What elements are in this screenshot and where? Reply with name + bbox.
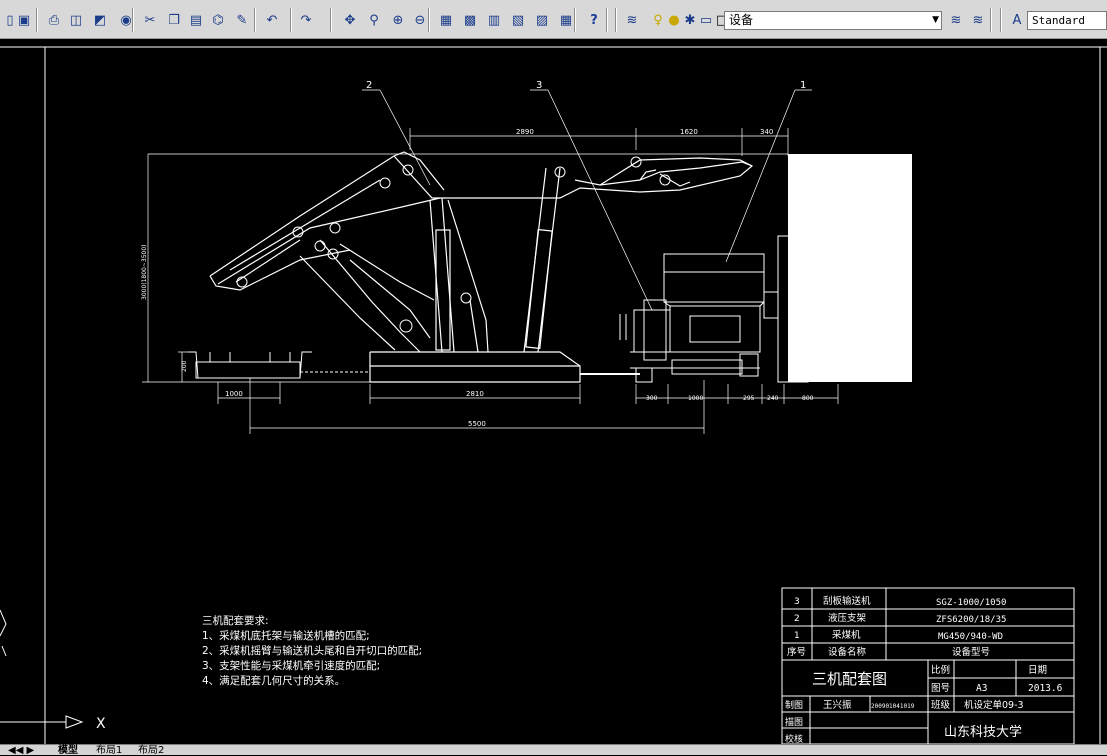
class-value: 机设定单09-3	[964, 699, 1024, 711]
sheet-value: A3	[976, 683, 987, 694]
drawn-by: 王兴振	[823, 699, 852, 711]
row2-name: 液压支架	[828, 612, 867, 624]
ucs-x-label: X	[96, 716, 106, 732]
chevron-down-icon[interactable]: ▼	[932, 12, 939, 29]
class-label: 班级	[931, 699, 951, 711]
dim-340: 340	[760, 128, 773, 136]
layer-name: 设备	[729, 13, 754, 27]
dim-5500: 5500	[468, 420, 486, 428]
properties-icon[interactable]: ▦	[436, 10, 456, 30]
dim-200: 200	[181, 360, 188, 372]
toolbar-separator	[990, 8, 992, 32]
toolbar-separator	[330, 8, 332, 32]
publish-icon[interactable]: ◉	[116, 10, 136, 30]
checked-label: 校核	[785, 733, 803, 744]
toolbar-separator	[36, 8, 38, 32]
dim-height: 3000(1800~3500)	[141, 244, 148, 300]
cut-icon[interactable]: ✂	[140, 10, 160, 30]
plot-icon[interactable]: ◩	[90, 10, 110, 30]
dim-1000b: 1000	[688, 395, 703, 402]
zoom-icon[interactable]: ⚲	[364, 10, 384, 30]
row1-model: MG450/940-WD	[938, 632, 1003, 642]
notes-title: 三机配套要求:	[202, 614, 269, 627]
layout-tabs-bar: ◀◀ ▶ 模型 布局1 布局2	[0, 744, 1107, 756]
paste-icon[interactable]: ▤	[186, 10, 206, 30]
header-model: 设备型号	[952, 646, 990, 658]
drawing-canvas[interactable]: 2890 1620 340 3000(1800~3500) Φ1800 200 …	[0, 39, 1107, 744]
sheet-set-icon[interactable]: ▧	[508, 10, 528, 30]
save-icon[interactable]: ▣	[14, 10, 34, 30]
copy-icon[interactable]: ❐	[164, 10, 184, 30]
leader-label-1: 1	[800, 80, 806, 91]
date-label: 日期	[1028, 665, 1047, 676]
drawn-label: 制图	[785, 699, 803, 711]
dim-1000a: 1000	[225, 390, 243, 398]
header-no: 序号	[787, 646, 806, 658]
sheet-label: 图号	[931, 683, 950, 694]
date-value: 2013.6	[1028, 683, 1063, 694]
row3-model: SGZ-1000/1050	[936, 598, 1006, 608]
row1-no: 1	[794, 631, 800, 641]
toolbar-separator	[606, 8, 608, 32]
zoom-window-icon[interactable]: ⊕	[388, 10, 408, 30]
text-style-icon[interactable]: A	[1007, 10, 1027, 30]
row3-no: 3	[794, 597, 800, 607]
drafted-label: 描图	[785, 716, 803, 728]
layer-manager-icon[interactable]: ≋	[622, 10, 642, 30]
pan-icon[interactable]: ✥	[340, 10, 360, 30]
header-name: 设备名称	[828, 646, 867, 658]
toolbar-separator	[615, 8, 617, 32]
student-id: 200901041019	[871, 703, 915, 710]
note-4: 4、满足配套几何尺寸的关系。	[202, 674, 345, 687]
coal-wall	[788, 154, 912, 382]
row2-model: ZFS6200/18/35	[936, 615, 1006, 625]
toolbar-separator	[290, 8, 292, 32]
layer-previous-icon[interactable]: ≋	[968, 10, 988, 30]
help-icon[interactable]: ?	[584, 10, 604, 30]
toolbar-separator	[254, 8, 256, 32]
match-icon[interactable]: ⌬	[208, 10, 228, 30]
note-1: 1、采煤机底托架与输送机槽的匹配;	[202, 629, 370, 642]
text-style-dropdown[interactable]: Standard	[1027, 11, 1107, 30]
undo-icon[interactable]: ↶	[262, 10, 282, 30]
text-style-name: Standard	[1032, 14, 1085, 27]
note-3: 3、支架性能与采煤机牵引速度的匹配;	[202, 659, 380, 672]
layer-dropdown[interactable]: 设备 ▼	[724, 11, 942, 30]
calculator-icon[interactable]: ▦	[556, 10, 576, 30]
note-2: 2、采煤机摇臂与输送机头尾和自开切口的匹配;	[202, 644, 422, 657]
dim-2890: 2890	[516, 128, 534, 136]
brush-icon[interactable]: ✎	[232, 10, 252, 30]
row3-name: 刮板输送机	[823, 595, 871, 607]
dim-1800: Φ1800	[803, 282, 810, 302]
markup-icon[interactable]: ▨	[532, 10, 552, 30]
design-center-icon[interactable]: ▩	[460, 10, 480, 30]
leader-label-2: 2	[366, 80, 372, 91]
make-current-icon[interactable]: ≋	[946, 10, 966, 30]
row1-name: 采煤机	[832, 629, 861, 641]
preview-icon[interactable]: ◫	[66, 10, 86, 30]
dim-300: 300	[646, 395, 658, 402]
school-name: 山东科技大学	[944, 724, 1022, 740]
zoom-previous-icon[interactable]: ⊖	[410, 10, 430, 30]
dim-1620: 1620	[680, 128, 698, 136]
scale-label: 比例	[931, 664, 950, 676]
toolbar-separator	[1000, 8, 1002, 32]
dim-800: 800	[802, 395, 814, 402]
dim-2810: 2810	[466, 390, 484, 398]
dim-240: 240	[767, 395, 779, 402]
print-icon[interactable]: ⎙	[44, 10, 64, 30]
drawing-title: 三机配套图	[812, 670, 887, 688]
tool-palette-icon[interactable]: ▥	[484, 10, 504, 30]
leader-label-3: 3	[536, 80, 542, 91]
row2-no: 2	[794, 614, 800, 624]
dim-295: 295	[743, 395, 755, 402]
redo-icon[interactable]: ↷	[296, 10, 316, 30]
